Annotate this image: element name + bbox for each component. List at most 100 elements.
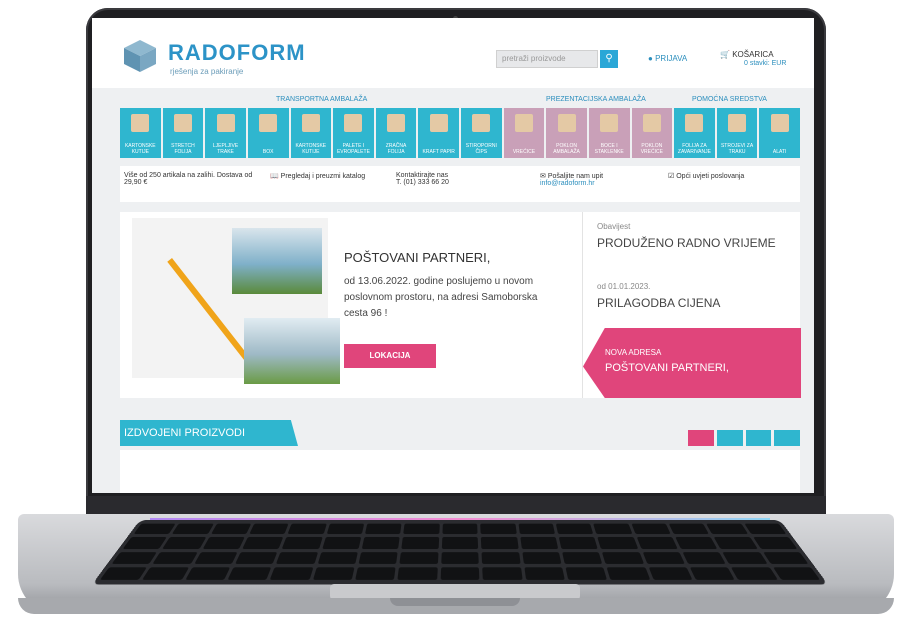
login-link[interactable]: ● PRIJAVA [648,54,687,63]
search-input[interactable]: pretraži proizvode [496,50,598,68]
email-label: Pošaljite nam upit [547,173,604,180]
logo-tagline: rješenja za pakiranje [170,67,244,76]
key [111,551,158,564]
category-label: KARTONSKE KUTIJE [295,143,327,155]
category-groups: TRANSPORTNA AMBALAŽA PREZENTACIJSKA AMBA… [92,96,814,108]
active-news-item[interactable]: NOVA ADRESA POŠTOVANI PARTNERI, [583,328,801,398]
phone-info[interactable]: Kontaktirajte nas T. (01) 333 66 20 [396,172,506,186]
category-label: STIROPORNI ČIPS [465,143,497,155]
category-image [173,114,192,132]
category-tile[interactable]: PALETE I EVROPALETE [333,108,374,158]
news-date: od 01.01.2023. [597,282,651,291]
hero-banner: POŠTOVANI PARTNERI, od 13.06.2022. godin… [120,212,801,398]
key [442,523,478,535]
category-tile[interactable]: VREĆICE [503,108,545,158]
location-button[interactable]: LOKACIJA [344,344,436,368]
cart-link[interactable]: 🛒 KOŠARICA [720,50,774,59]
category-tile[interactable]: BOX [247,108,289,158]
key [355,567,397,580]
category-group[interactable]: PREZENTACIJSKA AMBALAŽA [546,96,646,103]
key [722,551,768,564]
category-tile[interactable]: FOLIJA ZA ZAVARIVANJE [674,108,715,158]
key [561,551,603,564]
category-image [472,114,491,132]
key [706,523,748,535]
category-tile[interactable]: BOCE I STAKLENKE [588,108,630,158]
key [322,537,362,549]
key [675,537,718,549]
featured-tab[interactable] [688,430,714,446]
category-group[interactable]: POMOĆNA SREDSTVA [692,96,767,103]
login-label: PRIJAVA [655,54,688,63]
featured-products [120,450,800,493]
key [99,567,148,580]
screen: RADOFORM rješenja za pakiranje pretraži … [92,18,814,493]
key [668,523,710,535]
featured-tab[interactable] [745,430,772,446]
key [597,537,638,549]
category-label: LJEPLJIVE TRAKE [212,143,239,155]
key [682,551,726,564]
search-icon: ⚲ [605,53,613,64]
checklist-icon: ☑ [668,173,675,180]
category-label: ALATI [772,149,787,155]
category-tile[interactable]: KRAFT PAPIR [418,108,459,158]
key [202,537,245,549]
news-title[interactable]: PRILAGODBA CIJENA [597,296,720,310]
key [441,551,479,564]
category-tile[interactable]: KARTONSKE KUTIJE [290,108,332,158]
category-label: KARTONSKE KUTIJE [124,143,156,155]
category-tile[interactable]: POKLON AMBALAŽA [546,108,587,158]
key [555,523,594,535]
key [172,523,214,535]
category-tile[interactable]: STROJEVI ZA TRAKU [716,108,758,158]
key [326,523,365,535]
category-tile[interactable]: ALATI [759,108,800,158]
category-label: BOX [262,149,274,155]
mail-icon: ✉ [540,173,546,180]
category-tile[interactable]: STRETCH FOLIJA [162,108,204,158]
featured-heading: IZDVOJENI PROIZVODI [120,420,298,446]
key [227,567,272,580]
category-label: KRAFT PAPIR [422,149,455,155]
key [593,523,633,535]
key [744,523,787,535]
news-date: Obavijest [597,222,631,231]
logo-cube-icon[interactable] [122,38,158,74]
key [317,551,359,564]
category-tile[interactable]: ZRAČNA FOLIJA [375,108,417,158]
category-tile[interactable]: KARTONSKE KUTIJE [120,108,161,158]
category-tile[interactable]: STIROPORNI ČIPS [461,108,502,158]
category-image [642,114,661,132]
terms-link[interactable]: ☑ Opći uvjeti poslovanja [668,172,798,180]
building-photo [244,318,340,384]
key [565,567,608,580]
category-tile[interactable]: POKLON VREĆICE [631,108,673,158]
category-tile[interactable]: LJEPLJIVE TRAKE [205,108,246,158]
key [521,551,562,564]
category-label: POKLON VREĆICE [640,143,663,155]
category-image [514,114,533,132]
key [606,567,650,580]
key [762,551,809,564]
cart-label: KOŠARICA [732,50,774,59]
book-icon: 📖 [270,173,279,180]
category-label: ZRAČNA FOLIJA [385,143,407,155]
catalog-link[interactable]: 📖 Pregledaj i preuzmi katalog [270,172,370,180]
key [358,551,399,564]
key [249,523,289,535]
category-label: FOLIJA ZA ZAVARIVANJE [677,143,711,155]
featured-tab[interactable] [774,430,800,446]
news-title[interactable]: PRODUŽENO RADNO VRIJEME [597,236,776,250]
key [162,537,206,549]
logo-name[interactable]: RADOFORM [168,40,306,66]
category-image [259,114,278,132]
search-button[interactable]: ⚲ [600,50,618,68]
featured-tab[interactable] [716,430,743,446]
key [210,523,252,535]
category-group[interactable]: TRANSPORTNA AMBALAŽA [276,96,367,103]
key [362,537,401,549]
category-label: POKLON AMBALAŽA [553,143,580,155]
email-info[interactable]: ✉ Pošaljite nam upit info@radoform.hr [540,172,650,187]
key [480,537,519,549]
